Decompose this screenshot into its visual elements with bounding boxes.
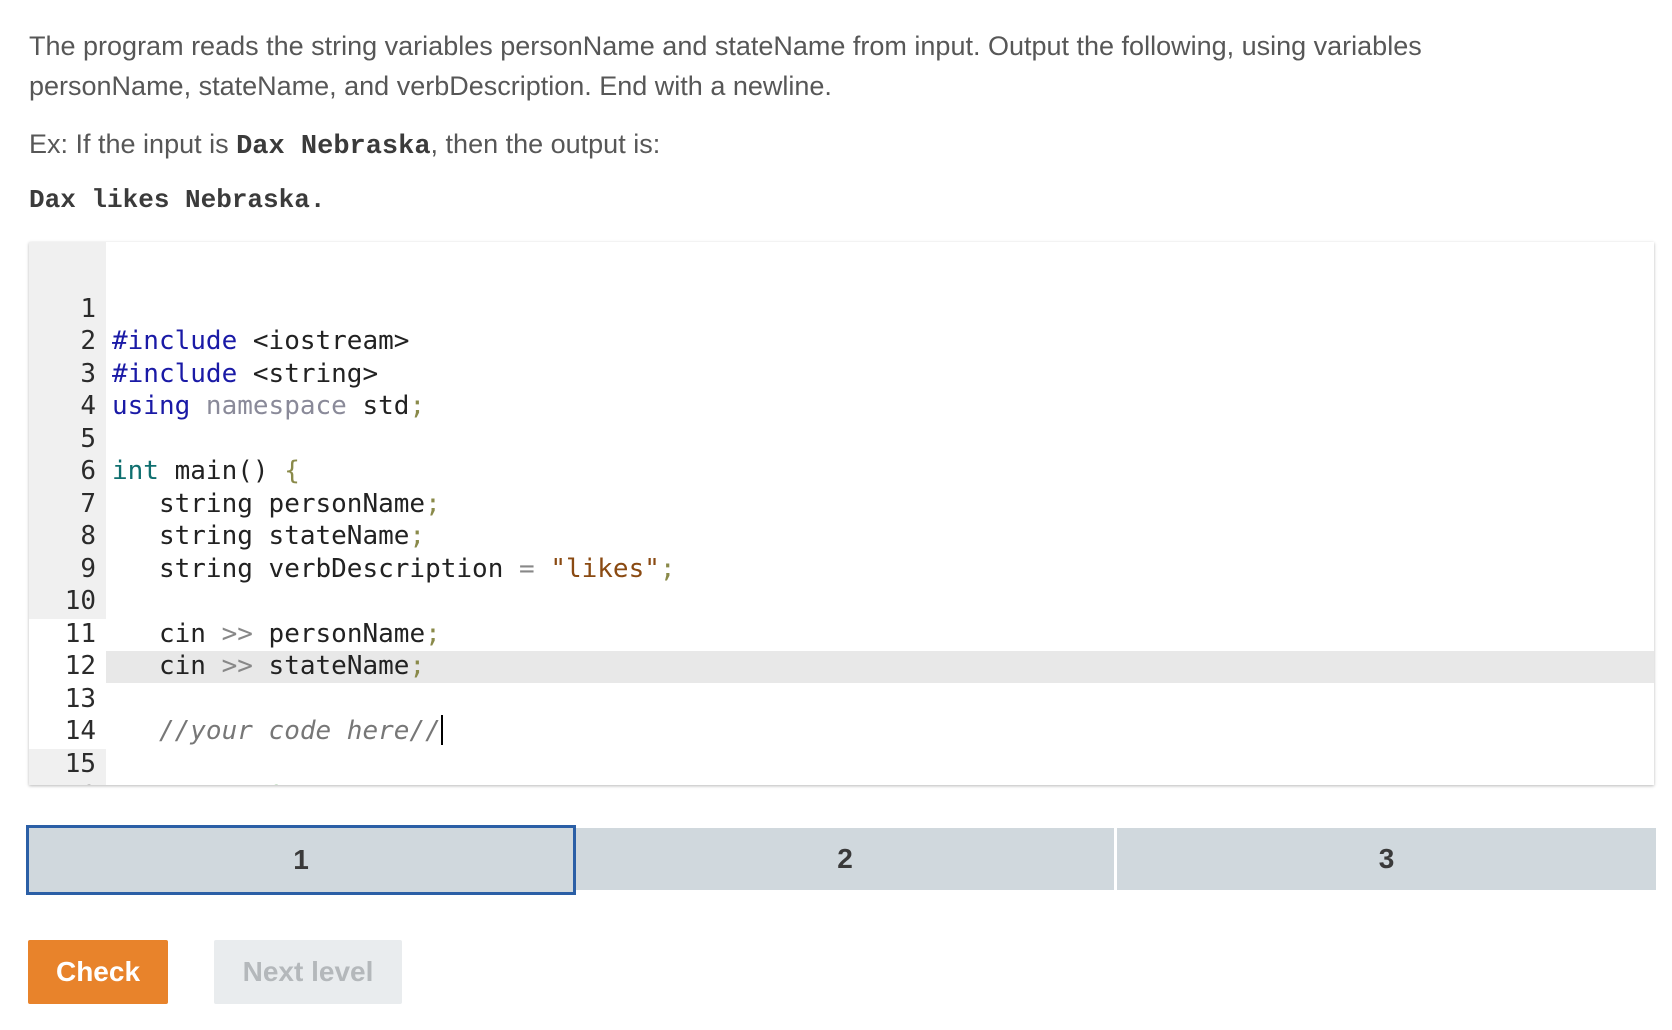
code-area[interactable]: 1 #include <iostream> 2 #include <string… <box>29 260 1654 786</box>
code-line-active[interactable]: 13 //your code here// <box>29 650 1654 746</box>
code-token: return <box>159 781 253 785</box>
check-button[interactable]: Check <box>28 940 168 1004</box>
instructions-line-1: The program reads the string variables p… <box>29 31 1422 61</box>
line-number: 16 <box>29 780 96 785</box>
code-line[interactable]: 10 cin >> personName; <box>29 553 1654 649</box>
code-line[interactable]: 9 <box>29 520 1654 584</box>
code-line[interactable]: 2 #include <string> <box>29 293 1654 389</box>
code-line[interactable]: 12 <box>29 618 1654 681</box>
next-level-button[interactable]: Next level <box>214 940 402 1004</box>
level-tab-1[interactable]: 1 <box>26 825 576 895</box>
code-token: ; <box>284 781 300 785</box>
level-tab-3[interactable]: 3 <box>1117 828 1656 890</box>
code-line[interactable]: 15 return 0; <box>29 715 1654 786</box>
example-prefix: Ex: If the input is <box>29 129 237 159</box>
code-line[interactable]: 1 #include <iostream> <box>29 260 1654 357</box>
code-line[interactable]: 3 using namespace std; <box>29 325 1654 422</box>
instructions-line-2: personName, stateName, and verbDescripti… <box>29 71 832 101</box>
code-line[interactable]: 6 string personName; <box>29 423 1654 519</box>
example-suffix: , then the output is: <box>430 129 661 159</box>
code-token: 0 <box>269 781 285 785</box>
code-line[interactable]: 5 int main() { <box>29 390 1654 487</box>
code-line[interactable]: 11 cin >> stateName; <box>29 585 1654 682</box>
code-line[interactable]: 7 string stateName; <box>29 455 1654 552</box>
code-line[interactable]: 16 } <box>29 748 1654 785</box>
instructions: The program reads the string variables p… <box>29 26 1589 106</box>
example-description: Ex: If the input is Dax Nebraska, then t… <box>29 124 660 167</box>
code-line[interactable]: 8 string verbDescription = "likes"; <box>29 488 1654 584</box>
code-editor[interactable]: 1 #include <iostream> 2 #include <string… <box>29 242 1654 785</box>
example-output: Dax likes Nebraska. <box>29 185 326 215</box>
code-line[interactable]: 4 <box>29 358 1654 421</box>
level-selector: 1 2 3 <box>26 825 1656 895</box>
level-tab-2[interactable]: 2 <box>576 828 1114 890</box>
code-line[interactable]: 14 <box>29 683 1654 746</box>
example-input: Dax Nebraska <box>236 132 431 162</box>
